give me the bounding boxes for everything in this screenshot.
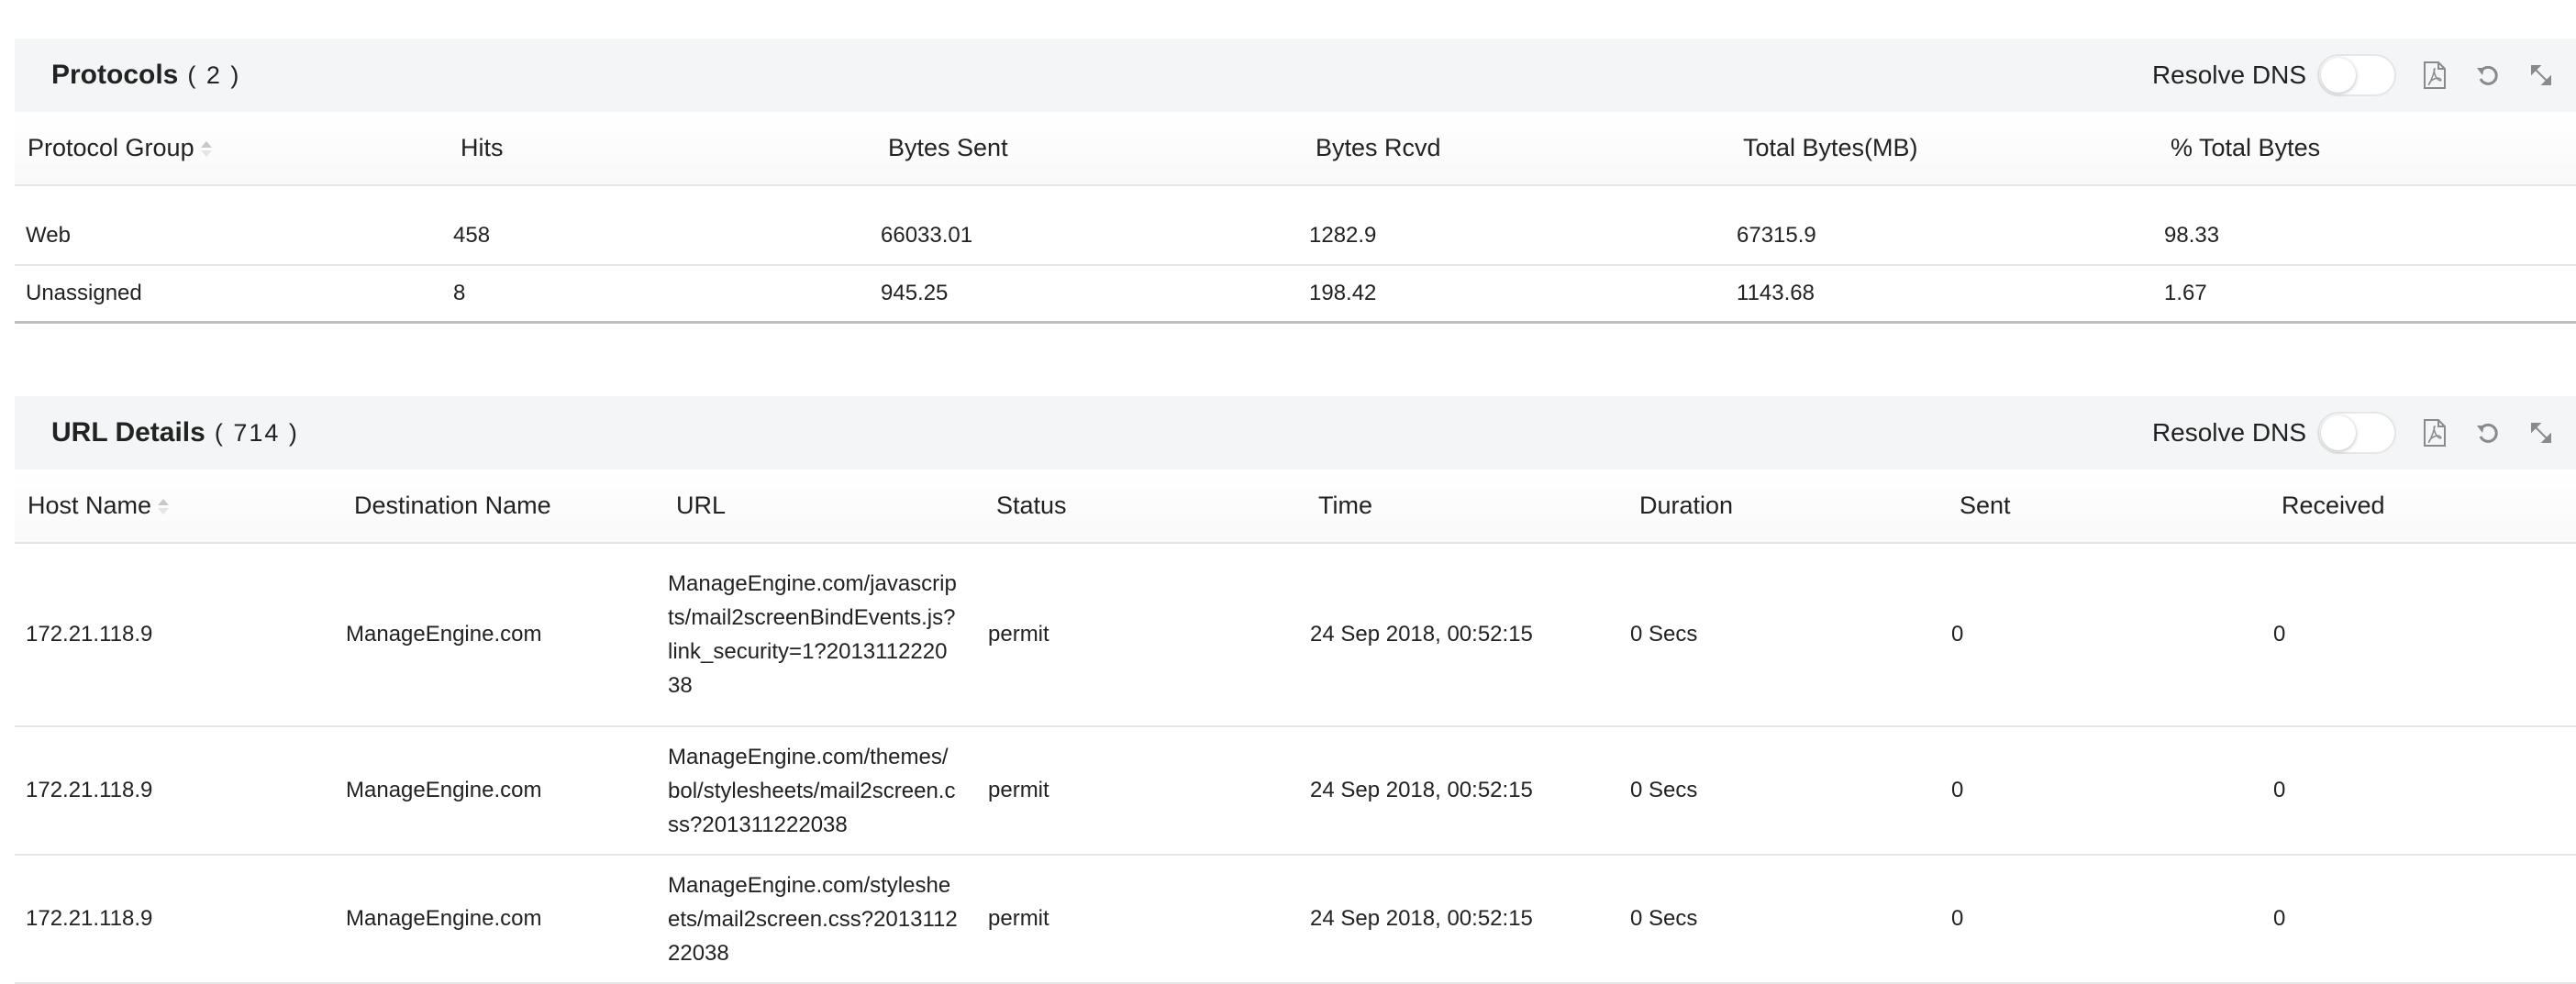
resolve-dns-label: Resolve DNS — [2152, 418, 2306, 448]
cell-host-name: 172.21.118.9 — [15, 906, 335, 932]
table-row: 172.21.118.9 ManageEngine.com ManageEngi… — [15, 856, 2576, 984]
protocols-header: Protocols ( 2 ) Resolve DNS — [15, 39, 2576, 112]
cell-bytes-rcvd: 198.42 — [1298, 281, 1726, 306]
pdf-export-icon[interactable] — [2420, 61, 2449, 90]
column-header-destination-name[interactable]: Destination Name — [341, 492, 663, 520]
cell-time: 24 Sep 2018, 00:52:15 — [1299, 622, 1619, 647]
cell-sent: 0 — [1940, 906, 2262, 932]
column-header-status[interactable]: Status — [983, 492, 1305, 520]
table-row: 172.21.118.9 ManageEngine.com ManageEngi… — [15, 727, 2576, 856]
resolve-dns-label: Resolve DNS — [2152, 61, 2306, 90]
column-header-time[interactable]: Time — [1305, 492, 1627, 520]
table-row: 172.21.118.9 ManageEngine.com ManageEngi… — [15, 544, 2576, 727]
cell-duration: 0 Secs — [1619, 778, 1940, 803]
panel-count: ( 2 ) — [187, 61, 240, 90]
column-header-protocol-group[interactable]: Protocol Group — [15, 134, 448, 162]
table-row: Unassigned 8 945.25 198.42 1143.68 1.67 — [15, 266, 2576, 324]
column-header-host-name[interactable]: Host Name — [15, 492, 341, 520]
column-header-received[interactable]: Received — [2269, 492, 2385, 520]
cell-status: permit — [977, 622, 1299, 647]
cell-status: permit — [977, 906, 1299, 932]
cell-protocol-group: Web — [15, 223, 442, 249]
cell-bytes-sent: 945.25 — [870, 281, 1298, 306]
cell-url: ManageEngine.com/themes/bol/stylesheets/… — [657, 740, 977, 842]
protocols-table-header: Protocol Group Hits Bytes Sent Bytes Rcv… — [15, 112, 2576, 186]
cell-hits: 8 — [442, 281, 870, 306]
protocols-panel: Protocols ( 2 ) Resolve DNS Protocol Gro… — [15, 39, 2576, 324]
cell-duration: 0 Secs — [1619, 622, 1940, 647]
panel-tools: Resolve DNS — [2152, 39, 2576, 112]
cell-destination-name: ManageEngine.com — [335, 906, 657, 932]
cell-hits: 458 — [442, 223, 870, 249]
panel-count: ( 714 ) — [215, 419, 299, 448]
column-header-duration[interactable]: Duration — [1627, 492, 1947, 520]
cell-status: permit — [977, 778, 1299, 803]
cell-bytes-sent: 66033.01 — [870, 223, 1298, 249]
cell-percent-total-bytes: 98.33 — [2153, 223, 2219, 249]
column-header-bytes-sent[interactable]: Bytes Sent — [875, 134, 1303, 162]
expand-icon[interactable] — [2526, 61, 2556, 90]
cell-time: 24 Sep 2018, 00:52:15 — [1299, 906, 1619, 932]
resolve-dns-toggle[interactable] — [2317, 54, 2396, 96]
cell-destination-name: ManageEngine.com — [335, 622, 657, 647]
sort-icon[interactable] — [200, 141, 213, 158]
cell-received: 0 — [2262, 622, 2285, 647]
cell-destination-name: ManageEngine.com — [335, 778, 657, 803]
column-header-bytes-rcvd[interactable]: Bytes Rcvd — [1303, 134, 1730, 162]
cell-host-name: 172.21.118.9 — [15, 778, 335, 803]
column-header-total-bytes[interactable]: Total Bytes(MB) — [1730, 134, 2158, 162]
cell-url: ManageEngine.com/stylesheets/mail2screen… — [657, 868, 977, 970]
cell-url: ManageEngine.com/javascripts/mail2screen… — [657, 567, 977, 702]
cell-host-name: 172.21.118.9 — [15, 622, 335, 647]
cell-sent: 0 — [1940, 778, 2262, 803]
pdf-export-icon[interactable] — [2420, 418, 2449, 448]
refresh-icon[interactable] — [2473, 61, 2503, 90]
sort-icon[interactable] — [157, 499, 170, 515]
column-header-hits[interactable]: Hits — [448, 134, 875, 162]
column-header-percent-total-bytes[interactable]: % Total Bytes — [2158, 134, 2320, 162]
column-header-url[interactable]: URL — [663, 492, 983, 520]
cell-sent: 0 — [1940, 622, 2262, 647]
panel-title: URL Details — [51, 417, 205, 448]
cell-received: 0 — [2262, 906, 2285, 932]
cell-bytes-rcvd: 1282.9 — [1298, 223, 1726, 249]
panel-tools: Resolve DNS — [2152, 396, 2576, 470]
cell-protocol-group: Unassigned — [15, 281, 442, 306]
table-row: Web 458 66033.01 1282.9 67315.9 98.33 — [15, 186, 2576, 266]
url-details-header: URL Details ( 714 ) Resolve DNS — [15, 396, 2576, 470]
url-table-header: Host Name Destination Name URL Status Ti… — [15, 470, 2576, 544]
cell-percent-total-bytes: 1.67 — [2153, 281, 2207, 306]
cell-time: 24 Sep 2018, 00:52:15 — [1299, 778, 1619, 803]
column-header-sent[interactable]: Sent — [1947, 492, 2269, 520]
cell-total-bytes: 1143.68 — [1726, 281, 2153, 306]
refresh-icon[interactable] — [2473, 418, 2503, 448]
url-details-panel: URL Details ( 714 ) Resolve DNS Host Nam… — [15, 396, 2576, 984]
panel-title: Protocols — [51, 60, 178, 91]
cell-duration: 0 Secs — [1619, 906, 1940, 932]
expand-icon[interactable] — [2526, 418, 2556, 448]
cell-received: 0 — [2262, 778, 2285, 803]
resolve-dns-toggle[interactable] — [2317, 412, 2396, 454]
cell-total-bytes: 67315.9 — [1726, 223, 2153, 249]
